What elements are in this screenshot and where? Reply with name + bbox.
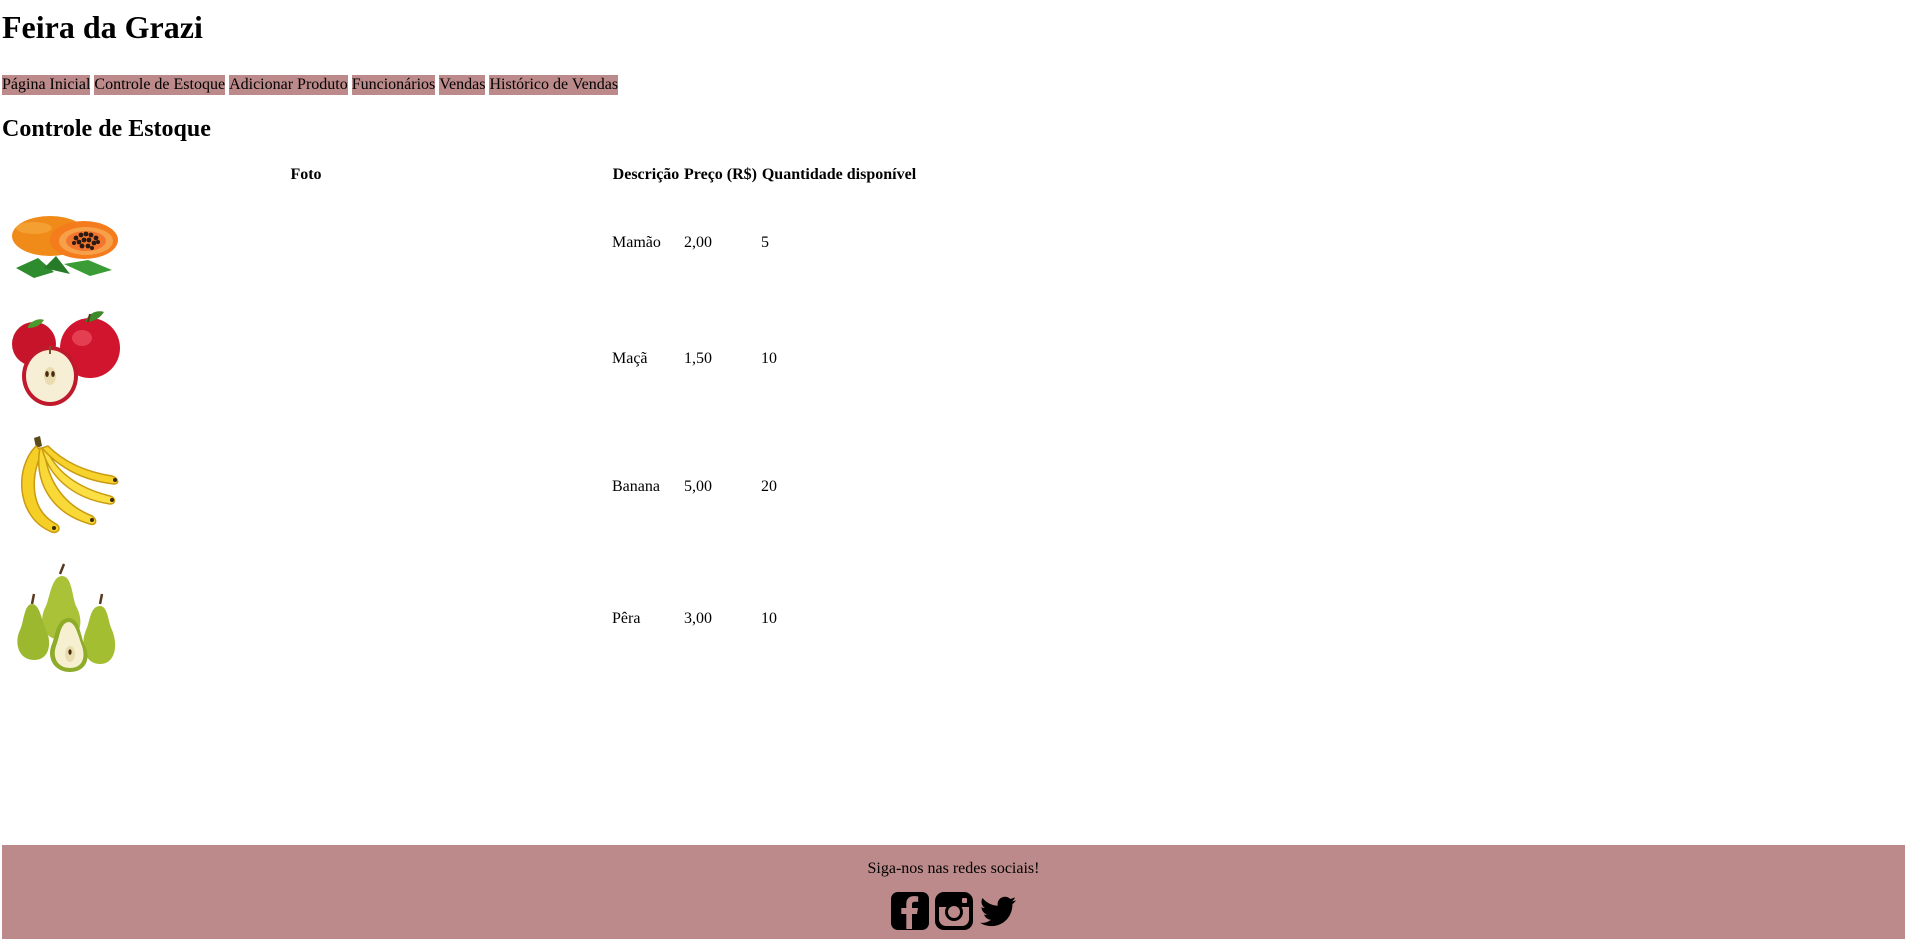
stock-table: Foto Descrição Preço (R$) Quantidade dis… [2,162,919,685]
nav-link-sales[interactable]: Vendas [439,75,486,95]
column-header-price: Preço (R$) [684,166,757,183]
price-cell: 2,00 [684,233,712,251]
quantity-cell: 20 [761,478,777,495]
description-cell: Banana [612,478,660,495]
description-cell: Pêra [612,610,641,627]
banana-image [4,428,124,546]
pear-image [4,560,124,678]
facebook-icon[interactable] [890,891,930,931]
apple-image [4,304,124,414]
quantity-cell: 10 [761,350,777,367]
site-title: Feira da Grazi [2,9,203,45]
price-cell: 5,00 [684,478,712,495]
nav-link-home[interactable]: Página Inicial [2,75,91,95]
photo-cell [2,553,610,685]
photo-cell [2,421,610,553]
twitter-icon[interactable] [978,891,1018,931]
table-row: Mamão 2,00 5 [2,188,919,297]
footer: Siga-nos nas redes sociais! [2,845,1905,939]
main-nav: Página Inicial Controle de Estoque Adici… [2,75,619,95]
column-header-photo: Foto [290,166,322,183]
nav-link-sales-history[interactable]: Histórico de Vendas [489,75,619,95]
nav-link-add-product[interactable]: Adicionar Produto [229,75,348,95]
table-row: Maçã 1,50 10 [2,297,919,421]
price-cell: 3,00 [684,610,712,627]
description-cell: Maçã [612,350,648,367]
nav-link-employees[interactable]: Funcionários [351,75,436,95]
papaya-image [4,197,124,288]
nav-link-stock-control[interactable]: Controle de Estoque [94,75,226,95]
table-row: Pêra 3,00 10 [2,553,919,685]
photo-cell [2,297,610,421]
column-header-quantity: Quantidade disponível [761,166,917,183]
description-cell: Mamão [612,233,661,251]
photo-cell [2,188,610,297]
price-cell: 1,50 [684,350,712,367]
instagram-icon[interactable] [934,891,974,931]
table-row: Banana 5,00 20 [2,421,919,553]
column-header-description: Descrição [612,166,680,183]
table-header-row: Foto Descrição Preço (R$) Quantidade dis… [2,162,919,188]
footer-text: Siga-nos nas redes sociais! [867,860,1040,877]
page: Feira da Grazi Página Inicial Controle d… [0,0,1905,939]
section-title: Controle de Estoque [2,116,211,142]
quantity-cell: 5 [761,233,769,251]
social-links [2,891,1905,931]
quantity-cell: 10 [761,610,777,627]
